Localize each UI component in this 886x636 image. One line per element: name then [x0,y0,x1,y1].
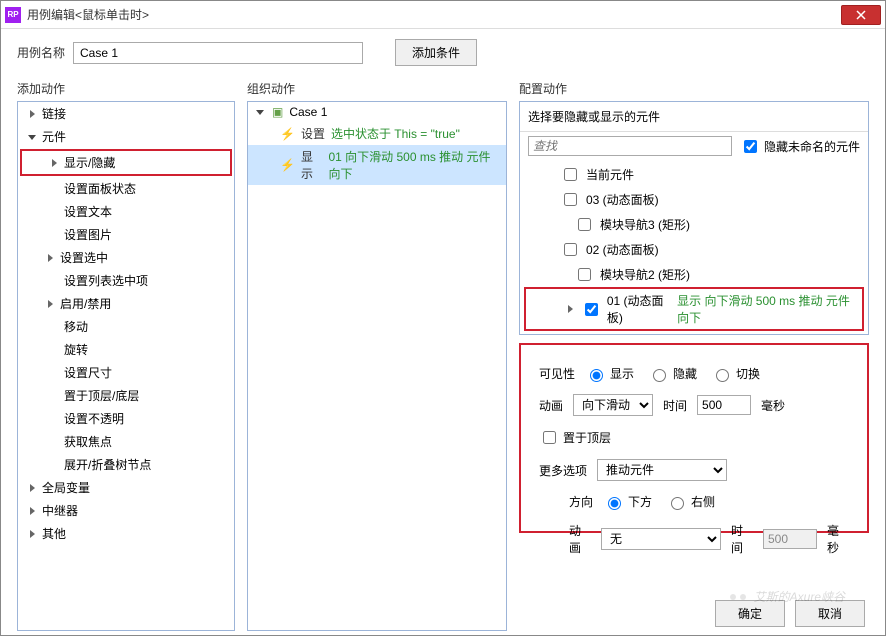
case-name-input[interactable] [73,42,363,64]
dir-down-radio[interactable]: 下方 [603,493,652,510]
widget-label: 03 (动态面板) [586,191,659,208]
vis-show-radio[interactable]: 显示 [585,365,634,382]
bolt-icon: ⚡ [280,158,295,172]
org-action-1[interactable]: ⚡ 设置 选中状态于 This = "true" [248,122,506,145]
case-name-label: 用例名称 [17,44,65,61]
config-header: 配置动作 [519,76,869,101]
widget-label: 模块导航2 (矩形) [600,266,690,283]
tree-links[interactable]: 链接 [18,102,234,125]
org-case[interactable]: ▣ Case 1 [248,102,506,122]
window-title: 用例编辑<鼠标单击时> [27,6,841,23]
folder-icon: ▣ [272,105,283,119]
chevron-right-icon [28,506,38,516]
widget-row[interactable]: 01 (动态面板) 显示 向下滑动 500 ms 推动 元件 向下 [524,287,864,331]
cancel-button[interactable]: 取消 [795,600,865,627]
time2-input [763,529,817,549]
chevron-down-icon [256,107,266,117]
widget-row[interactable]: 模块导航3 (矩形) [520,212,868,237]
widget-label: 模块导航3 (矩形) [600,216,690,233]
bolt-icon: ⚡ [280,127,295,141]
tree-set-opacity[interactable]: 设置不透明 [18,407,234,430]
widget-checkbox[interactable] [564,243,577,256]
widget-row[interactable]: 03 (动态面板) [520,187,868,212]
ms2-label: 毫秒 [827,522,849,556]
tree-set-text[interactable]: 设置文本 [18,200,234,223]
widget-checkbox[interactable] [564,193,577,206]
chevron-right-icon [46,253,56,263]
close-button[interactable] [841,5,881,25]
anim-label: 动画 [539,397,563,414]
time-input[interactable] [697,395,751,415]
more-options-select[interactable]: 推动元件 [597,459,727,481]
tree-repeater[interactable]: 中继器 [18,499,234,522]
tree-set-size[interactable]: 设置尺寸 [18,361,234,384]
chevron-right-icon [50,158,60,168]
ok-button[interactable]: 确定 [715,600,785,627]
widget-row[interactable]: 02 (动态面板) [520,237,868,262]
tree-other[interactable]: 其他 [18,522,234,545]
widget-checkbox[interactable] [585,303,598,316]
chevron-down-icon [28,132,38,142]
widget-label: 01 (动态面板) [607,292,671,326]
widget-label: 当前元件 [586,166,634,183]
dir-right-radio[interactable]: 右侧 [666,493,715,510]
chevron-right-icon [28,529,38,539]
add-condition-button[interactable]: 添加条件 [395,39,477,66]
widget-checkbox[interactable] [578,218,591,231]
search-input[interactable] [528,136,732,156]
anim-select[interactable]: 向下滑动 [573,394,653,416]
app-icon: RP [5,7,21,23]
ms-label: 毫秒 [761,397,785,414]
tree-set-selected[interactable]: 设置选中 [18,246,234,269]
vis-hide-radio[interactable]: 隐藏 [648,365,697,382]
chevron-right-icon [28,109,38,119]
chevron-right-icon [28,483,38,493]
tree-set-panel-state[interactable]: 设置面板状态 [18,177,234,200]
tree-show-hide[interactable]: 显示/隐藏 [22,151,230,174]
visibility-label: 可见性 [539,365,575,382]
tree-move[interactable]: 移动 [18,315,234,338]
tree-enable-disable[interactable]: 启用/禁用 [18,292,234,315]
time2-label: 时间 [731,522,753,556]
chevron-right-icon [566,304,575,314]
tree-expand-collapse[interactable]: 展开/折叠树节点 [18,453,234,476]
tree-widgets[interactable]: 元件 [18,125,234,148]
tree-bring-front[interactable]: 置于顶层/底层 [18,384,234,407]
time-label: 时间 [663,397,687,414]
tree-set-list-selected[interactable]: 设置列表选中项 [18,269,234,292]
widget-checkbox[interactable] [564,168,577,181]
widget-checkbox[interactable] [578,268,591,281]
bring-to-front-checkbox[interactable]: 置于顶层 [539,428,611,447]
widget-row[interactable]: 模块导航1 (矩形) [520,331,868,335]
tree-set-image[interactable]: 设置图片 [18,223,234,246]
widget-suffix: 显示 向下滑动 500 ms 推动 元件 向下 [677,292,854,326]
org-action-2[interactable]: ⚡ 显示 01 向下滑动 500 ms 推动 元件 向下 [248,145,506,185]
more-options-label: 更多选项 [539,462,587,479]
widget-row[interactable]: 模块导航2 (矩形) [520,262,868,287]
chevron-right-icon [46,299,56,309]
widget-row[interactable]: 当前元件 [520,162,868,187]
organize-header: 组织动作 [247,76,507,101]
hide-unnamed-checkbox[interactable]: 隐藏未命名的元件 [740,137,860,156]
tree-focus[interactable]: 获取焦点 [18,430,234,453]
anim2-select[interactable]: 无 [601,528,721,550]
add-action-header: 添加动作 [17,76,235,101]
direction-label: 方向 [569,493,593,510]
select-widgets-label: 选择要隐藏或显示的元件 [520,102,868,132]
tree-rotate[interactable]: 旋转 [18,338,234,361]
tree-global-vars[interactable]: 全局变量 [18,476,234,499]
anim2-label: 动画 [569,522,591,556]
widget-label: 02 (动态面板) [586,241,659,258]
vis-toggle-radio[interactable]: 切换 [711,365,760,382]
